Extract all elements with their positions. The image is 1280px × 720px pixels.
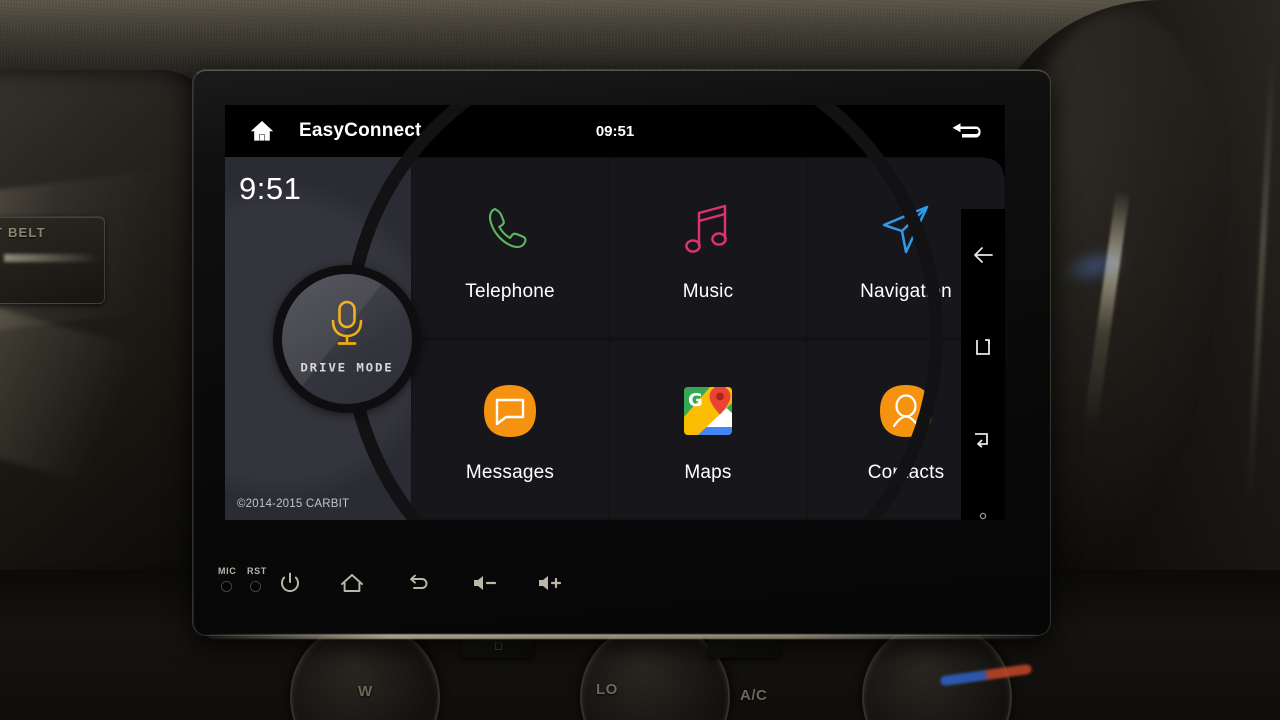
person-icon [878,374,934,448]
app-label: Telephone [465,280,555,302]
app-label: Contacts [867,462,945,484]
music-note-icon [679,193,737,267]
android-navigation-sidebar [961,209,1005,520]
app-tile-maps[interactable]: G Maps [610,340,806,518]
status-bar: EasyConnect... 09:51 [225,105,1005,157]
head-unit-chrome-strip [207,634,1037,639]
copyright-text: ©2014-2015 CARBIT [237,498,350,510]
app-tile-messages[interactable]: Messages [412,340,608,518]
home-icon[interactable] [340,573,364,593]
app-grid: Telephone Music Navigation Messages G Ma… [411,157,1005,520]
home-screen-content: Telephone Music Navigation Messages G Ma… [225,105,1005,520]
app-tile-telephone[interactable]: Telephone [412,159,608,337]
nav-return-icon[interactable] [961,393,1005,485]
app-tile-music[interactable]: Music [610,159,806,337]
volume-down-icon[interactable] [471,573,499,593]
bezel-control-strip: MIC RST [193,560,1050,620]
reset-label: RST [247,566,267,576]
nav-back-icon[interactable] [961,209,1005,301]
nav-recents-icon[interactable] [961,301,1005,393]
phone-icon [479,193,541,267]
back-arrow-icon[interactable] [949,116,985,146]
power-icon[interactable] [279,572,301,594]
mic-hole-icon [222,582,231,591]
mic-label: MIC [218,566,237,576]
nav-arrow-icon [875,193,937,267]
panel-clock: 9:51 [239,171,302,206]
app-label: Maps [684,462,732,484]
app-label: Navigation [860,280,952,302]
hvac-label-lo: LO [596,681,618,698]
app-label: Music [682,280,734,302]
microphone-icon [325,299,369,354]
svg-text:G: G [688,390,703,411]
drive-mode-button[interactable]: DRIVE MODE [273,265,421,413]
car-interior-scene: T BELT W LO A/C △ ◻ △ [0,0,1280,720]
speech-bubble-icon [482,374,538,448]
back-arrow-icon[interactable] [406,573,430,593]
hvac-label-ac: A/C [740,687,768,704]
touchscreen-display[interactable]: EasyConnect... 09:51 Telephone Music Nav… [225,105,1005,520]
seatbelt-label: T BELT [0,225,46,240]
left-dash-light-streak [4,254,100,262]
head-unit-device: EasyConnect... 09:51 Telephone Music Nav… [193,70,1050,639]
app-label: Messages [465,462,555,484]
hvac-label-w: W [358,683,373,700]
drive-mode-label: DRIVE MODE [300,360,394,375]
google-maps-icon: G [682,374,734,448]
nav-menu-dot-icon[interactable] [961,485,1005,520]
volume-up-icon[interactable] [536,573,564,593]
reset-hole-icon[interactable] [251,582,260,591]
status-bar-clock: 09:51 [595,122,635,140]
